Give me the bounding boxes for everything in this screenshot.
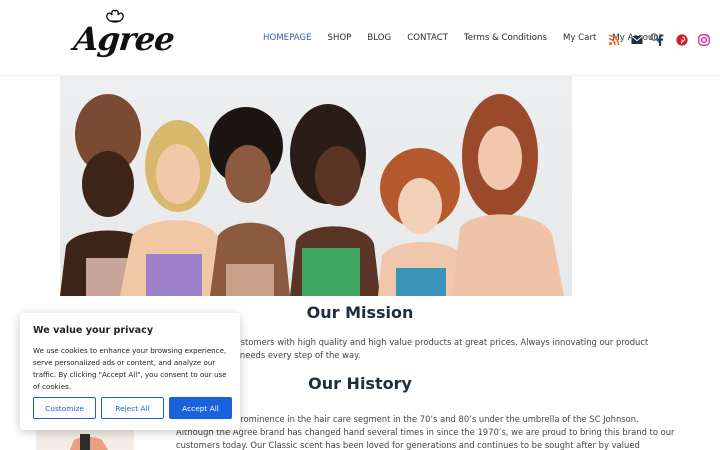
accept-all-button[interactable]: Accept All <box>169 397 232 419</box>
facebook-icon[interactable] <box>654 34 666 46</box>
history-product-image <box>36 430 134 450</box>
hero-group-photo <box>60 94 564 296</box>
header-icons <box>0 32 720 48</box>
cookie-title: We value your privacy <box>33 325 154 336</box>
cookie-buttons: Customize Reject All Accept All <box>33 397 232 419</box>
rss-icon[interactable] <box>608 34 620 46</box>
instagram-icon[interactable] <box>698 34 710 46</box>
product-bottle-image <box>36 430 134 450</box>
page: Agree HOMEPAGE SHOP BLOG CONTACT Terms &… <box>0 0 720 450</box>
reject-all-button[interactable]: Reject All <box>101 397 164 419</box>
mail-icon[interactable] <box>631 34 643 46</box>
cookie-description: We use cookies to enhance your browsing … <box>33 346 227 391</box>
hero-image <box>60 76 572 296</box>
history-text: Agree rose to prominence in the hair car… <box>176 414 675 450</box>
pinterest-icon[interactable] <box>676 34 688 46</box>
cookie-consent-banner: We value your privacy We use cookies to … <box>20 313 240 430</box>
mission-text: Agree provides customers with high quali… <box>165 337 649 360</box>
site-header: Agree HOMEPAGE SHOP BLOG CONTACT Terms &… <box>0 0 720 76</box>
customize-button[interactable]: Customize <box>33 397 96 419</box>
